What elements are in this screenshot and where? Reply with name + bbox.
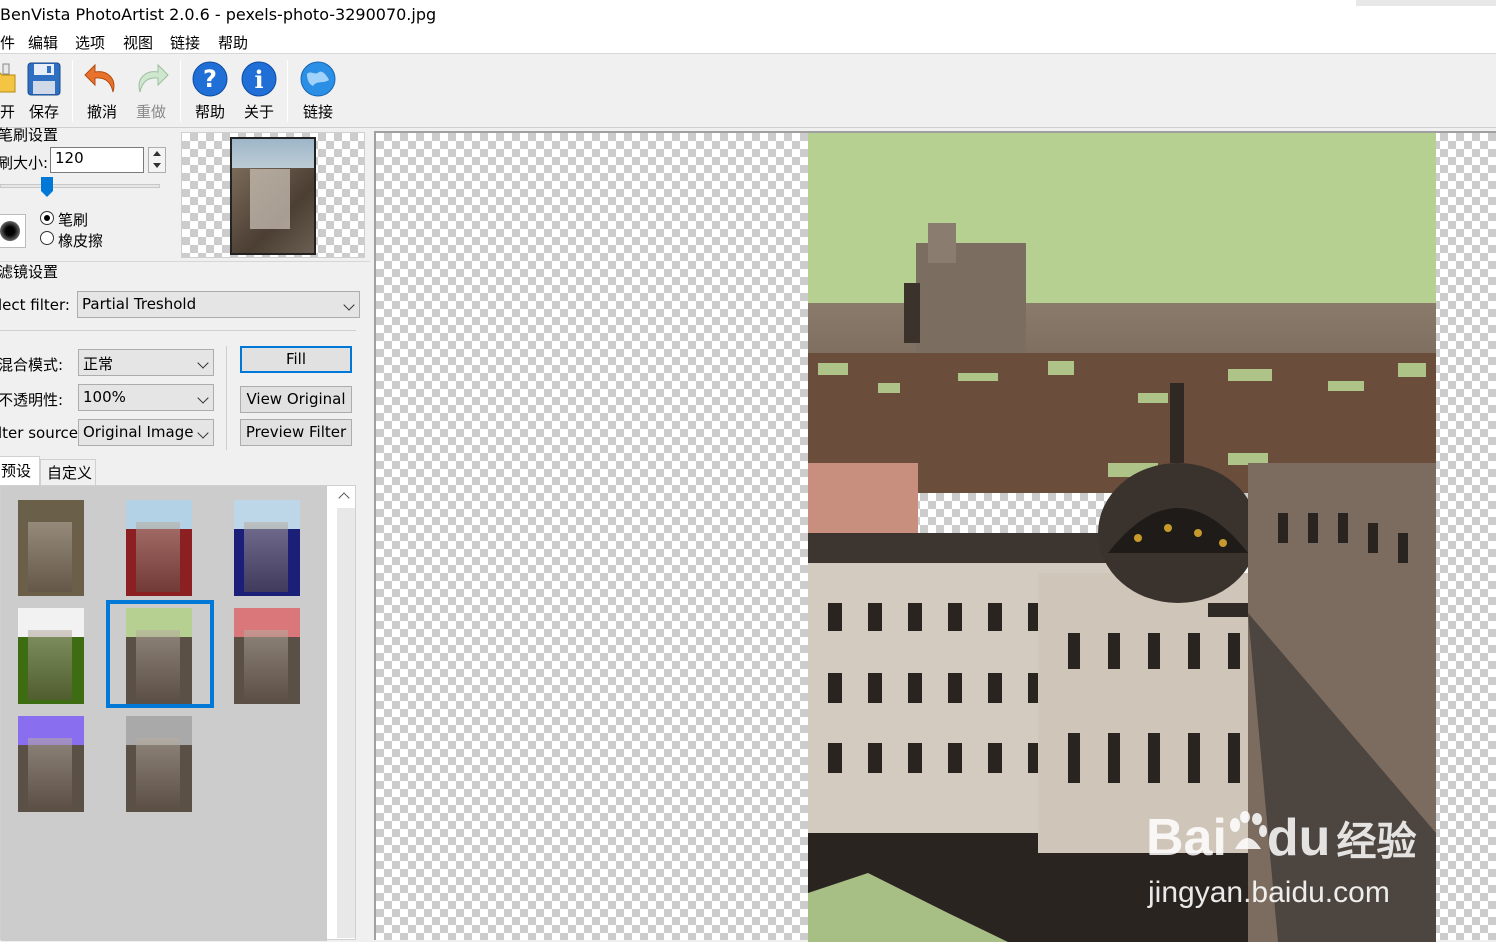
toolbar: 开 保存 撤消 重做 ? 帮助 i 关于 链接 xyxy=(0,54,1496,128)
spin-up-icon xyxy=(153,151,161,156)
menu-bar: 件 编辑 选项 视图 链接 帮助 xyxy=(0,30,1496,54)
preset-thumbnail[interactable] xyxy=(18,500,84,596)
brush-size-slider-track[interactable] xyxy=(0,184,160,188)
toolbar-separator xyxy=(287,60,288,122)
spin-down-icon xyxy=(153,163,161,168)
watermark-brand: Bai xyxy=(1146,809,1227,867)
navigator-preview[interactable] xyxy=(181,132,365,258)
blend-mode-dropdown[interactable]: 正常 xyxy=(78,349,214,376)
info-icon: i xyxy=(241,61,277,97)
help-button[interactable]: ? 帮助 xyxy=(186,58,234,124)
chevron-down-icon xyxy=(197,357,209,369)
preset-building xyxy=(136,738,180,808)
menu-file[interactable]: 件 xyxy=(0,32,15,53)
presets-scrollbar-track[interactable] xyxy=(337,508,355,938)
view-original-button[interactable]: View Original xyxy=(240,386,352,413)
watermark-cn: 经验 xyxy=(1336,820,1417,864)
link-button[interactable]: 链接 xyxy=(294,58,342,124)
fill-button[interactable]: Fill xyxy=(240,346,352,373)
slider-thumb-icon xyxy=(41,177,53,197)
paw-icon xyxy=(1227,808,1267,868)
preset-thumbnail[interactable] xyxy=(126,500,192,596)
eraser-mode-label: 橡皮擦 xyxy=(58,232,104,250)
baidu-watermark: Bai du 经验 jingyan.baidu.com xyxy=(1146,808,1436,928)
undo-arrow-icon xyxy=(84,63,115,93)
preview-filter-button[interactable]: Preview Filter xyxy=(240,419,352,446)
menu-options[interactable]: 选项 xyxy=(75,32,105,53)
watermark-url: jingyan.baidu.com xyxy=(1148,876,1390,909)
preset-thumbnail[interactable] xyxy=(234,500,300,596)
menu-link[interactable]: 链接 xyxy=(170,32,200,53)
floppy-disk-icon xyxy=(27,62,61,96)
image-canvas[interactable]: Bai du 经验 jingyan.baidu.com xyxy=(374,131,1496,942)
brush-preview-swatch[interactable] xyxy=(0,214,26,248)
left-panel: 笔刷设置 刷大小: 120 笔刷 橡皮擦 滤镜设置 lect filter: P… xyxy=(0,126,370,941)
svg-text:i: i xyxy=(254,65,263,94)
soft-brush-icon xyxy=(0,221,20,241)
about-button[interactable]: i 关于 xyxy=(235,58,283,124)
preset-thumbnail[interactable] xyxy=(126,716,192,812)
svg-text:?: ? xyxy=(203,65,217,93)
menu-edit[interactable]: 编辑 xyxy=(28,32,58,53)
filter-settings-title: 滤镜设置 xyxy=(0,263,59,281)
redo-button[interactable]: 重做 xyxy=(127,58,175,124)
toolbar-separator xyxy=(72,60,73,122)
title-bar: BenVista PhotoArtist 2.0.6 - pexels-phot… xyxy=(0,0,1496,30)
brush-size-input[interactable]: 120 xyxy=(50,147,144,173)
chevron-down-icon xyxy=(197,392,209,404)
globe-icon xyxy=(300,61,336,97)
tab-presets[interactable]: 预设 xyxy=(0,456,40,486)
filter-source-dropdown[interactable]: Original Image xyxy=(78,419,214,446)
preset-selection-frame xyxy=(106,600,214,708)
eraser-mode-radio[interactable] xyxy=(40,231,54,245)
preset-thumbnail[interactable] xyxy=(18,608,84,704)
preset-building xyxy=(28,738,72,808)
title-bar-controls[interactable] xyxy=(1356,0,1496,6)
window-title: BenVista PhotoArtist 2.0.6 - pexels-phot… xyxy=(0,5,437,24)
navigator-viewport[interactable] xyxy=(230,137,316,255)
brush-size-spinner[interactable] xyxy=(148,147,166,173)
preset-building xyxy=(244,522,288,592)
chevron-down-icon xyxy=(197,427,209,439)
select-filter-dropdown[interactable]: Partial Treshold xyxy=(77,291,360,318)
brush-settings-title: 笔刷设置 xyxy=(0,126,59,144)
open-folder-icon xyxy=(0,63,16,93)
brush-size-label: 刷大小: xyxy=(0,154,49,172)
undo-button[interactable]: 撤消 xyxy=(78,58,126,124)
blend-mode-label: 混合模式: xyxy=(0,356,64,374)
help-question-icon: ? xyxy=(192,61,228,97)
watermark-brand-suffix: du xyxy=(1266,809,1331,867)
save-button[interactable]: 保存 xyxy=(20,58,68,124)
brush-size-slider-thumb[interactable] xyxy=(40,176,54,198)
chevron-up-icon xyxy=(338,492,350,504)
preset-building xyxy=(136,522,180,592)
preset-building xyxy=(28,630,72,700)
section-divider xyxy=(0,330,356,331)
select-filter-label: lect filter: xyxy=(0,296,70,314)
preset-thumbnail[interactable] xyxy=(234,608,300,704)
filter-source-label: lter source: xyxy=(0,424,84,442)
filtered-photo[interactable]: Bai du 经验 jingyan.baidu.com xyxy=(808,133,1436,942)
brush-mode-label: 笔刷 xyxy=(58,211,89,229)
toolbar-separator xyxy=(180,60,181,122)
opacity-dropdown[interactable]: 100% xyxy=(78,384,214,411)
redo-arrow-icon xyxy=(138,63,169,93)
tab-custom[interactable]: 自定义 xyxy=(40,459,96,485)
chevron-down-icon xyxy=(343,299,355,311)
vertical-divider xyxy=(226,346,227,450)
scroll-up-arrow[interactable] xyxy=(335,488,355,506)
preset-building xyxy=(244,630,288,700)
preset-thumbnail[interactable] xyxy=(18,716,84,812)
preset-building xyxy=(28,522,72,592)
brush-mode-radio[interactable] xyxy=(40,211,54,225)
menu-help[interactable]: 帮助 xyxy=(218,32,248,53)
opacity-label: 不透明性: xyxy=(0,391,64,409)
menu-view[interactable]: 视图 xyxy=(123,32,153,53)
